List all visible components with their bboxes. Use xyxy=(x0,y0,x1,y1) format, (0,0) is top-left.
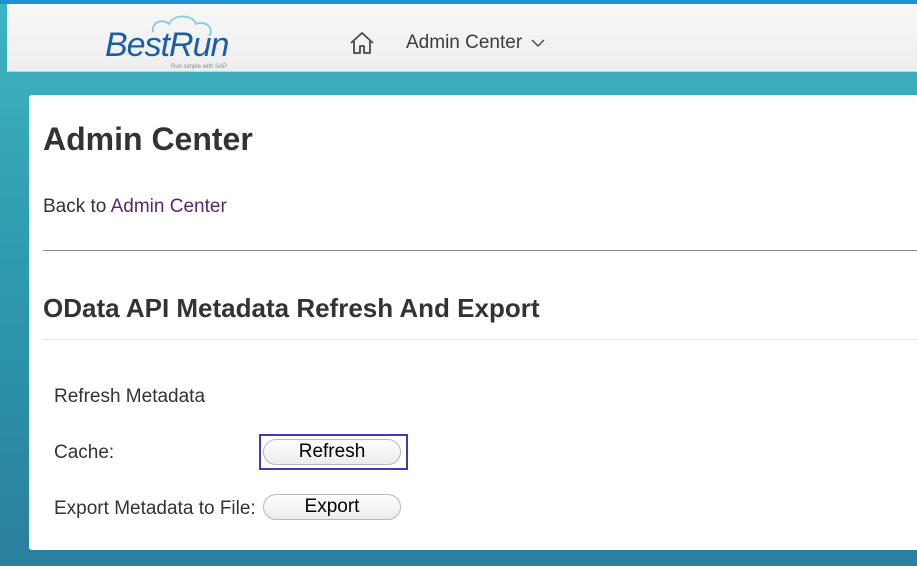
section-title: OData API Metadata Refresh And Export xyxy=(43,293,540,323)
breadcrumb: Back to Admin Center xyxy=(43,196,227,218)
bestrun-logo[interactable]: BestRun Run simple with SAP xyxy=(101,10,251,70)
logo-graphic: BestRun Run simple with SAP xyxy=(105,15,229,70)
back-prefix: Back to xyxy=(43,196,107,217)
refresh-metadata-label: Refresh Metadata xyxy=(54,386,206,407)
admin-center-menu-label: Admin Center xyxy=(406,32,523,53)
export-metadata-label: Export Metadata to File: xyxy=(54,498,256,519)
page-title: Admin Center xyxy=(43,121,253,157)
logo-tagline: Run simple with SAP xyxy=(171,64,227,70)
home-icon xyxy=(350,32,374,54)
refresh-button[interactable]: Refresh xyxy=(263,439,401,465)
cache-label: Cache: xyxy=(54,442,115,463)
admin-center-link[interactable]: Admin Center xyxy=(111,196,227,217)
divider xyxy=(43,250,917,251)
shell-header: BestRun Run simple with SAP Admin Center xyxy=(7,4,917,72)
export-button[interactable]: Export xyxy=(263,494,401,520)
section-divider xyxy=(43,339,917,340)
content-panel: Admin Center Back to Admin Center OData … xyxy=(29,95,917,550)
home-button[interactable] xyxy=(347,28,377,58)
admin-center-menu[interactable]: Admin Center xyxy=(406,31,545,55)
logo-wordmark: BestRun xyxy=(105,26,228,64)
chevron-down-icon xyxy=(531,32,545,54)
